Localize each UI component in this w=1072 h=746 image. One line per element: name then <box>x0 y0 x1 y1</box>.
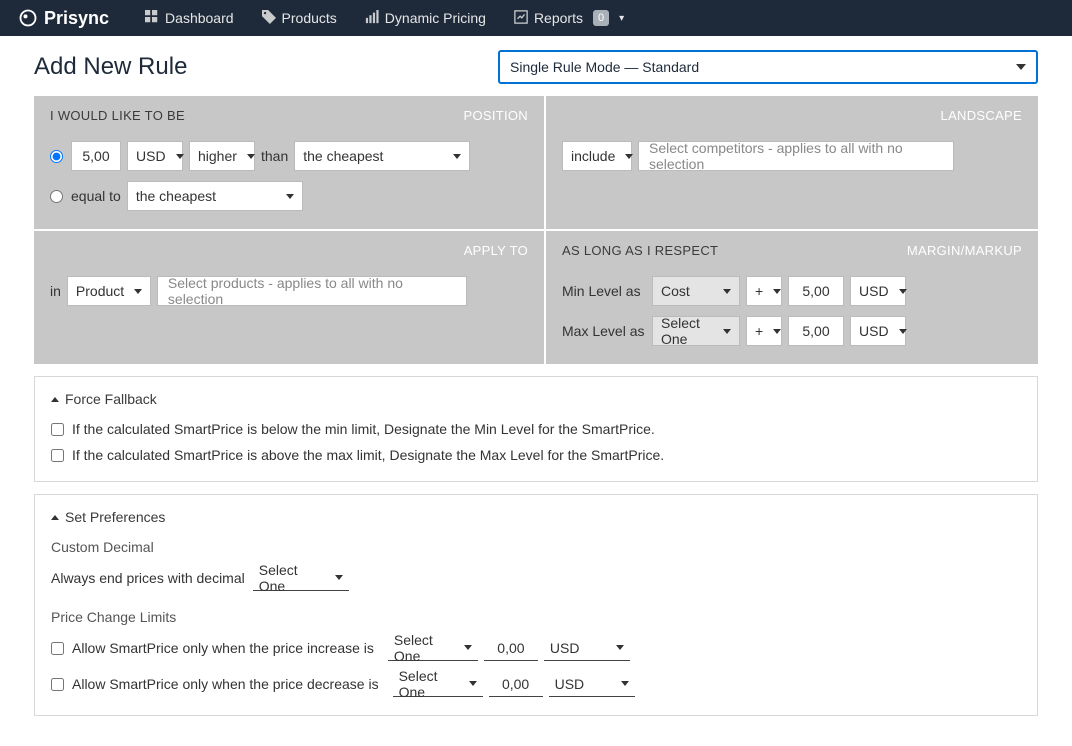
position-currency-select[interactable]: USD <box>127 141 183 171</box>
bars-icon <box>365 10 379 27</box>
price-limits-heading: Price Change Limits <box>51 609 1021 625</box>
increase-unit-select[interactable]: USD <box>544 635 630 661</box>
panel-title: MARGIN/MARKUP <box>907 243 1022 258</box>
chevron-down-icon <box>616 645 624 650</box>
allow-decrease-label: Allow SmartPrice only when the price dec… <box>72 676 379 692</box>
chevron-down-icon <box>464 645 472 650</box>
panel-margin: AS LONG AS I RESPECT MARGIN/MARKUP Min L… <box>546 231 1038 364</box>
allow-increase-label: Allow SmartPrice only when the price inc… <box>72 640 374 656</box>
chevron-down-icon <box>286 194 294 199</box>
chevron-down-icon <box>335 575 343 580</box>
chevron-down-icon <box>899 289 907 294</box>
nav-badge: 0 <box>593 10 609 26</box>
page-title: Add New Rule <box>34 53 187 81</box>
allow-increase-checkbox[interactable] <box>51 642 64 655</box>
chevron-down-icon <box>134 289 142 294</box>
nav-label: Products <box>282 10 337 26</box>
position-target-select[interactable]: the cheapest <box>294 141 470 171</box>
chevron-down-icon: ▾ <box>619 13 624 24</box>
chevron-down-icon <box>899 329 907 334</box>
force-fallback-toggle[interactable]: Force Fallback <box>51 391 1021 407</box>
fallback-min-checkbox[interactable] <box>51 423 64 436</box>
max-amount-input[interactable]: 5,00 <box>788 316 844 346</box>
dashboard-icon <box>145 10 159 27</box>
nav-products[interactable]: Products <box>248 0 351 36</box>
than-label: than <box>261 148 288 164</box>
panel-title: POSITION <box>463 108 528 123</box>
nav-label: Reports <box>534 10 583 26</box>
landscape-competitors-input[interactable]: Select competitors - applies to all with… <box>638 141 954 171</box>
decrease-value-input[interactable]: 0,00 <box>489 671 543 697</box>
position-direction-select[interactable]: higher <box>189 141 255 171</box>
brand-icon <box>18 8 38 28</box>
apply-scope-select[interactable]: Product <box>67 276 151 306</box>
panel-force-fallback: Force Fallback If the calculated SmartPr… <box>34 376 1038 482</box>
always-end-label: Always end prices with decimal <box>51 570 245 586</box>
in-label: in <box>50 283 61 299</box>
min-basis-select[interactable]: Cost <box>652 276 740 306</box>
max-basis-select[interactable]: Select One <box>652 316 740 346</box>
max-unit-select[interactable]: USD <box>850 316 906 346</box>
panel-subtitle: I WOULD LIKE TO BE <box>50 108 185 123</box>
decrease-mode-select[interactable]: Select One <box>393 671 483 697</box>
chevron-down-icon <box>625 154 633 159</box>
apply-products-input[interactable]: Select products - applies to all with no… <box>157 276 467 306</box>
brand-text: Prisync <box>44 8 109 29</box>
panel-title: LANDSCAPE <box>941 108 1022 123</box>
chevron-up-icon <box>51 515 59 520</box>
nav-label: Dynamic Pricing <box>385 10 486 26</box>
panel-set-preferences: Set Preferences Custom Decimal Always en… <box>34 494 1038 716</box>
chevron-up-icon <box>51 397 59 402</box>
chevron-down-icon <box>453 154 461 159</box>
chevron-down-icon <box>247 154 255 159</box>
decrease-unit-select[interactable]: USD <box>549 671 635 697</box>
chevron-down-icon <box>723 289 731 294</box>
panel-subtitle: AS LONG AS I RESPECT <box>562 243 718 258</box>
custom-decimal-heading: Custom Decimal <box>51 539 1021 555</box>
increase-value-input[interactable]: 0,00 <box>484 635 538 661</box>
fallback-min-label: If the calculated SmartPrice is below th… <box>72 421 655 437</box>
panel-title: APPLY TO <box>464 243 528 258</box>
equal-to-label: equal to <box>71 188 121 204</box>
position-mode-equal-radio[interactable] <box>50 190 63 203</box>
rule-mode-select[interactable]: Single Rule Mode — Standard <box>498 50 1038 84</box>
position-equal-target-select[interactable]: the cheapest <box>127 181 303 211</box>
chevron-down-icon <box>176 154 184 159</box>
chevron-down-icon <box>723 329 731 334</box>
rule-mode-value: Single Rule Mode — Standard <box>510 59 699 75</box>
chevron-down-icon <box>773 289 781 294</box>
min-op-select[interactable]: + <box>746 276 782 306</box>
brand-logo[interactable]: Prisync <box>18 8 109 29</box>
nav-reports[interactable]: Reports 0 ▾ <box>500 0 638 36</box>
panel-landscape: LANDSCAPE include Select competitors - a… <box>546 96 1038 229</box>
fallback-max-label: If the calculated SmartPrice is above th… <box>72 447 664 463</box>
chevron-down-icon <box>469 681 477 686</box>
chevron-down-icon <box>773 329 781 334</box>
tag-icon <box>262 10 276 27</box>
min-unit-select[interactable]: USD <box>850 276 906 306</box>
min-amount-input[interactable]: 5,00 <box>788 276 844 306</box>
allow-decrease-checkbox[interactable] <box>51 678 64 691</box>
position-amount-input[interactable]: 5,00 <box>71 141 121 171</box>
chevron-down-icon <box>621 681 629 686</box>
position-mode-relative-radio[interactable] <box>50 150 63 163</box>
max-level-label: Max Level as <box>562 323 646 339</box>
landscape-mode-select[interactable]: include <box>562 141 632 171</box>
fallback-max-checkbox[interactable] <box>51 449 64 462</box>
nav-dashboard[interactable]: Dashboard <box>131 0 248 36</box>
set-preferences-toggle[interactable]: Set Preferences <box>51 509 1021 525</box>
nav-label: Dashboard <box>165 10 234 26</box>
chevron-down-icon <box>1016 64 1026 70</box>
min-level-label: Min Level as <box>562 283 646 299</box>
panel-apply-to: APPLY TO in Product Select products - ap… <box>34 231 544 364</box>
max-op-select[interactable]: + <box>746 316 782 346</box>
panel-position: I WOULD LIKE TO BE POSITION 5,00 USD hig… <box>34 96 544 229</box>
report-icon <box>514 10 528 27</box>
increase-mode-select[interactable]: Select One <box>388 635 478 661</box>
nav-dynamic-pricing[interactable]: Dynamic Pricing <box>351 0 500 36</box>
decimal-select[interactable]: Select One <box>253 565 349 591</box>
